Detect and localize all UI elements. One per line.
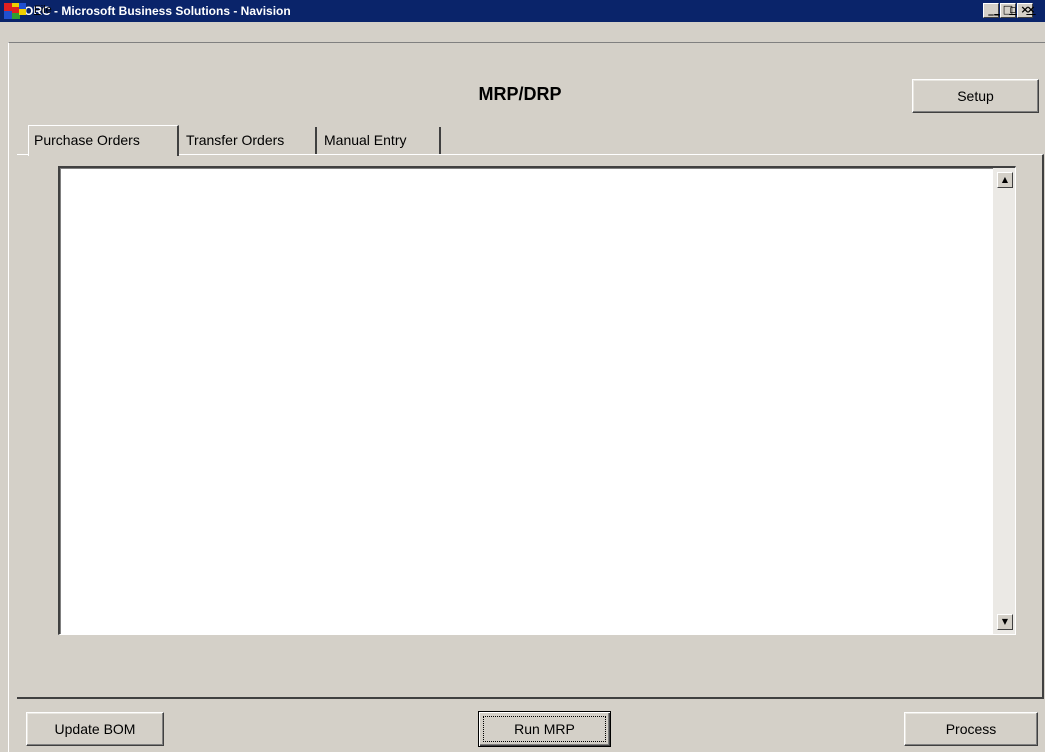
menu-file-label: ile	[40, 4, 52, 16]
run-mrp-label: Run MRP	[483, 716, 606, 742]
run-mrp-button[interactable]: Run MRP	[478, 711, 611, 747]
window-title: ORC - Microsoft Business Solutions - Nav…	[24, 4, 291, 18]
tab-manual-entry[interactable]: Manual Entry	[319, 127, 441, 154]
process-button[interactable]: Process	[904, 712, 1038, 746]
menu-bar	[0, 22, 1045, 42]
setup-button[interactable]: Setup	[912, 79, 1039, 113]
menu-file-accelerator: F	[34, 4, 41, 16]
mdi-restore-icon[interactable]: ▫	[1006, 3, 1020, 16]
document-icon[interactable]	[12, 3, 28, 17]
mdi-close-icon[interactable]: ×	[1024, 3, 1038, 16]
tab-purchase-orders[interactable]: Purchase Orders	[28, 125, 179, 156]
page-title: MRP/DRP	[478, 84, 562, 104]
tab-transfer-orders[interactable]: Transfer Orders	[181, 127, 317, 154]
tab-panel	[17, 154, 1044, 699]
menu-file[interactable]: File	[34, 3, 52, 17]
mdi-minimize-icon[interactable]: _	[990, 3, 1004, 16]
update-bom-button[interactable]: Update BOM	[26, 712, 164, 746]
